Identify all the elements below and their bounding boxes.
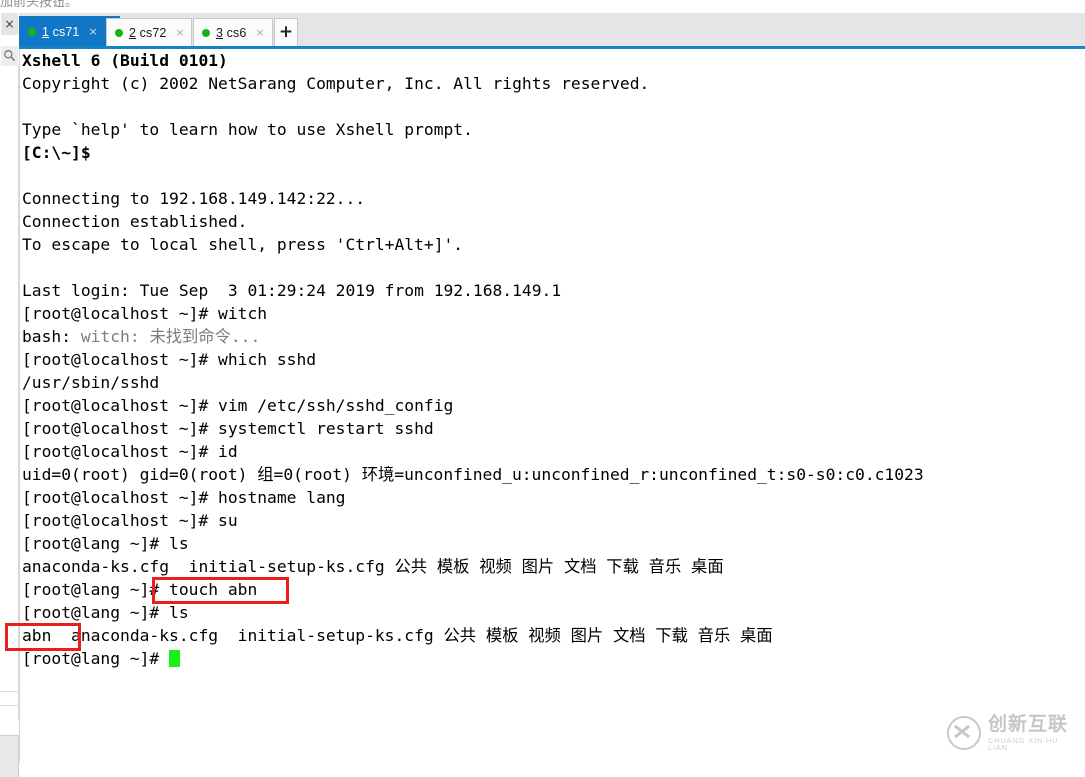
rail-footer-lower (0, 735, 19, 777)
watermark-pinyin: CHUANG XIN HU LIAN (988, 735, 1059, 752)
tab-cs71-close-icon[interactable]: × (88, 26, 97, 37)
tab-status-dot-icon (115, 28, 123, 37)
tab-cs72-close-icon[interactable]: × (175, 27, 184, 38)
tab-status-dot-icon (28, 27, 36, 36)
terminal-line: Connecting to 192.168.149.142:22... (22, 189, 366, 208)
terminal-line: [root@lang ~]# ls (22, 534, 189, 553)
terminal-line: [root@localhost ~]# witch (22, 304, 268, 323)
terminal-line: Xshell 6 (Build 0101) (22, 51, 228, 70)
terminal-line: [C:\~]$ (22, 143, 91, 162)
terminal-cursor (169, 650, 181, 667)
rail-close-icon[interactable]: × (1, 13, 18, 35)
new-tab-button[interactable]: + (274, 18, 298, 46)
terminal-line: Connection established. (22, 212, 248, 231)
watermark-text: 创新互联 CHUANG XIN HU LIAN (988, 712, 1077, 752)
terminal-line: To escape to local shell, press 'Ctrl+Al… (22, 235, 464, 254)
terminal-line: anaconda-ks.cfg initial-setup-ks.cfg 公共 … (22, 557, 724, 576)
tab-cs6-number: 3 (216, 25, 224, 40)
terminal-line: [root@lang ~]# touch abn (22, 580, 258, 599)
search-icon[interactable] (1, 46, 18, 67)
left-rail: × (0, 13, 19, 777)
terminal-line: uid=0(root) gid=0(root) 组=0(root) 环境=unc… (22, 465, 924, 484)
tab-cs71-label: 1 cs71 (42, 25, 79, 39)
tab-cs72[interactable]: 2 cs72 × (106, 18, 192, 46)
terminal-output-area[interactable]: Xshell 6 (Build 0101) Copyright (c) 2002 … (21, 49, 1085, 763)
tab-cs72-name: cs72 (139, 25, 167, 40)
tab-cs71-number: 1 (42, 24, 50, 39)
terminal-text: Xshell 6 (Build 0101) Copyright (c) 2002 … (22, 49, 924, 670)
terminal-line: [root@localhost ~]# systemctl restart ss… (22, 419, 434, 438)
tab-cs6[interactable]: 3 cs6 × (193, 18, 273, 46)
terminal-line: Last login: Tue Sep 3 01:29:24 2019 from… (22, 281, 562, 300)
tab-status-dot-icon (202, 28, 210, 37)
terminal-line: bash: witch: 未找到命令... (22, 327, 261, 346)
terminal-line: [root@localhost ~]# id (22, 442, 238, 461)
terminal-line: [root@localhost ~]# hostname lang (22, 488, 346, 507)
terminal-line: [root@localhost ~]# which sshd (22, 350, 317, 369)
terminal-line: /usr/sbin/sshd (22, 373, 160, 392)
terminal-line: [root@localhost ~]# su (22, 511, 238, 530)
terminal-line: [root@lang ~]# ls (22, 603, 189, 622)
terminal-line: Type `help' to learn how to use Xshell p… (22, 120, 473, 139)
terminal-line: [root@lang ~]# (22, 647, 924, 670)
terminal-line: abn anaconda-ks.cfg initial-setup-ks.cfg… (22, 626, 773, 645)
cut-off-text-strip: 加前头按钮。 (0, 0, 1085, 13)
watermark: 创新互联 CHUANG XIN HU LIAN (947, 710, 1077, 756)
tab-cs6-close-icon[interactable]: × (255, 27, 264, 38)
tab-cs72-label: 2 cs72 (129, 26, 166, 40)
tab-cs6-name: cs6 (226, 25, 247, 40)
terminal-line: [root@localhost ~]# vim /etc/ssh/sshd_co… (22, 396, 454, 415)
watermark-chinese: 创新互联 (988, 712, 1069, 735)
watermark-logo-icon (947, 716, 981, 750)
cut-off-text: 加前头按钮。 (0, 0, 79, 10)
tab-cs71[interactable]: 1 cs71 × (19, 16, 120, 46)
rail-divider (19, 49, 20, 763)
terminal-line: Copyright (c) 2002 NetSarang Computer, I… (22, 74, 650, 93)
rail-separator (0, 705, 19, 706)
tab-cs72-number: 2 (129, 25, 137, 40)
tab-bar: × 1 cs71 × 2 cs72 × 3 cs6 × + (0, 13, 1085, 46)
tab-cs71-name: cs71 (52, 24, 80, 39)
rail-side-panel (0, 66, 19, 691)
tab-cs6-label: 3 cs6 (216, 26, 246, 40)
